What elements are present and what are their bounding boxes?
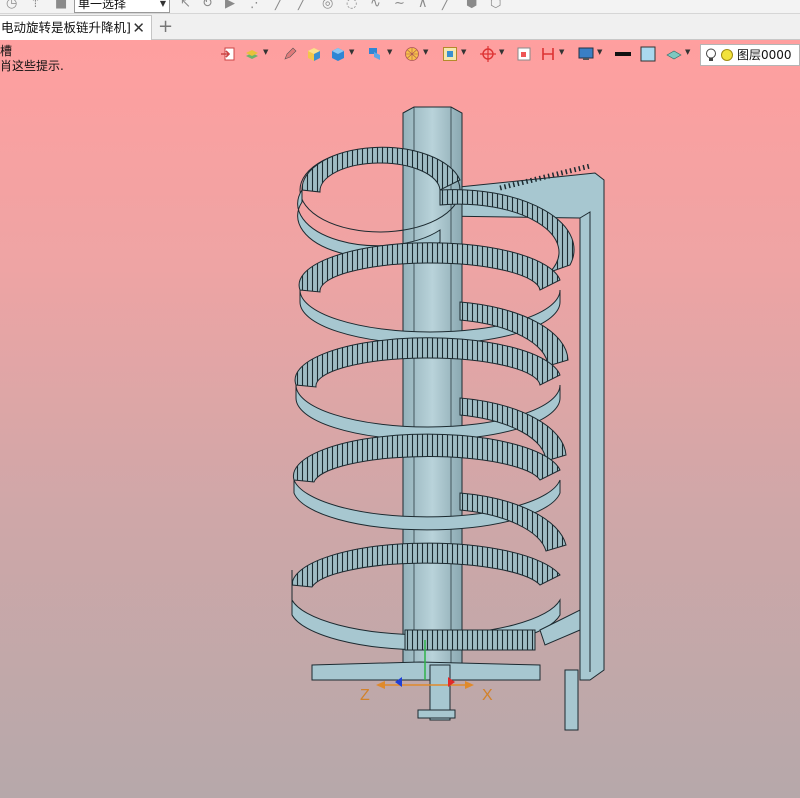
history-icon[interactable]: ◷ [6, 0, 17, 11]
select-mode-value: 单一选择 [78, 0, 127, 11]
close-icon[interactable]: ✕ [132, 16, 145, 40]
line2-icon[interactable]: ╱ [298, 0, 306, 11]
spiral-conveyor-model[interactable]: Z X [0, 40, 800, 798]
select-mode-dropdown[interactable]: 单一选择 ▼ [74, 0, 170, 13]
hat-icon[interactable]: ∧ [418, 0, 428, 11]
wave-icon[interactable]: ∼ [394, 0, 405, 11]
3d-viewport[interactable]: 槽 肖这些提示. ▼ ▼ ▼ ▼ ▼ ▼ ▼ ▼ ▼ 图层0000 Z X [0, 40, 800, 798]
slash-icon[interactable]: ╱ [442, 0, 450, 11]
surface-icon[interactable]: ⬡ [490, 0, 501, 11]
square-icon[interactable]: ■ [55, 0, 67, 11]
axis-x-label: X [482, 687, 493, 704]
rotate-tool-icon[interactable]: ↻ [202, 0, 213, 11]
axis-z-label: Z [360, 687, 370, 704]
arrow-tool-icon[interactable]: ↖ [180, 0, 191, 11]
document-tab[interactable]: 电动旋转是板链升降机] ✕ [0, 15, 152, 40]
top-toolbar: ◷ ⇡ ■ 单一选择 ▼ ↖ ↻ ▶ ⋰ ╱ ╱ ◎ ◌ ∿ ∼ ∧ ╱ ⬢ ⬡ [0, 0, 800, 14]
tab-bar: 电动旋转是板链升降机] ✕ + [0, 14, 800, 40]
arc-icon[interactable]: ◌ [346, 0, 357, 11]
add-tab-button[interactable]: + [158, 16, 173, 38]
extrude-icon[interactable]: ⬢ [466, 0, 477, 11]
circle-icon[interactable]: ◎ [322, 0, 333, 11]
play-icon[interactable]: ▶ [225, 0, 235, 11]
line-icon[interactable]: ╱ [275, 0, 283, 11]
document-tab-title: 电动旋转是板链升降机] [1, 20, 131, 35]
pointer-icon[interactable]: ⇡ [30, 0, 41, 11]
spline-icon[interactable]: ∿ [370, 0, 381, 11]
grid-icon[interactable]: ⋰ [250, 0, 263, 11]
chevron-down-icon: ▼ [159, 0, 166, 8]
